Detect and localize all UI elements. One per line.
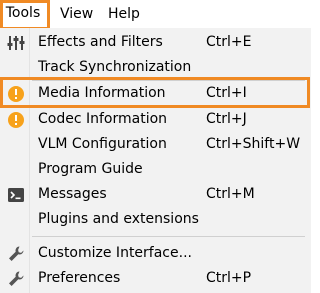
menu-item-label: Effects and Filters [38,34,163,50]
terminal-icon [7,186,25,204]
menu-item-messages[interactable]: Messages Ctrl+M [0,182,311,207]
menu-item-label: VLM Configuration [38,136,167,152]
menu-item-vlm-configuration[interactable]: VLM Configuration Ctrl+Shift+W [0,132,311,157]
wrench-icon [7,270,25,288]
equalizer-icon [7,34,25,52]
menu-item-codec-information[interactable]: Codec Information Ctrl+J [0,107,311,132]
info-icon [7,111,25,129]
menu-item-effects-and-filters[interactable]: Effects and Filters Ctrl+E [0,30,311,55]
menu-item-shortcut: Ctrl+P [206,270,252,286]
tools-dropdown-menu: Effects and Filters Ctrl+E Track Synchro… [0,28,311,293]
menu-item-label: Codec Information [38,111,168,127]
menu-view-label: View [60,6,94,22]
menu-help[interactable]: Help [103,2,145,26]
menu-item-label: Preferences [38,270,121,286]
media-information-highlight-outline [0,77,310,108]
menu-item-preferences[interactable]: Preferences Ctrl+P [0,266,311,291]
menu-view[interactable]: View [55,2,98,26]
wrench-icon [7,245,25,263]
menu-item-shortcut: Ctrl+J [206,111,247,127]
menu-item-shortcut: Ctrl+Shift+W [206,136,301,152]
menu-item-shortcut: Ctrl+E [206,34,252,50]
menu-item-label: Plugins and extensions [38,211,199,227]
menu-item-plugins-and-extensions[interactable]: Plugins and extensions [0,207,311,232]
menu-item-customize-interface[interactable]: Customize Interface... [0,241,311,266]
menu-separator [32,236,305,237]
menu-help-label: Help [108,6,140,22]
menu-bar: Tools View Help [0,0,311,30]
menu-item-label: Messages [38,186,107,202]
tools-highlight-outline [0,0,50,30]
menu-item-program-guide[interactable]: Program Guide [0,157,311,182]
menu-item-label: Program Guide [38,161,143,177]
menu-item-label: Customize Interface... [38,245,192,261]
menu-item-shortcut: Ctrl+M [206,186,255,202]
